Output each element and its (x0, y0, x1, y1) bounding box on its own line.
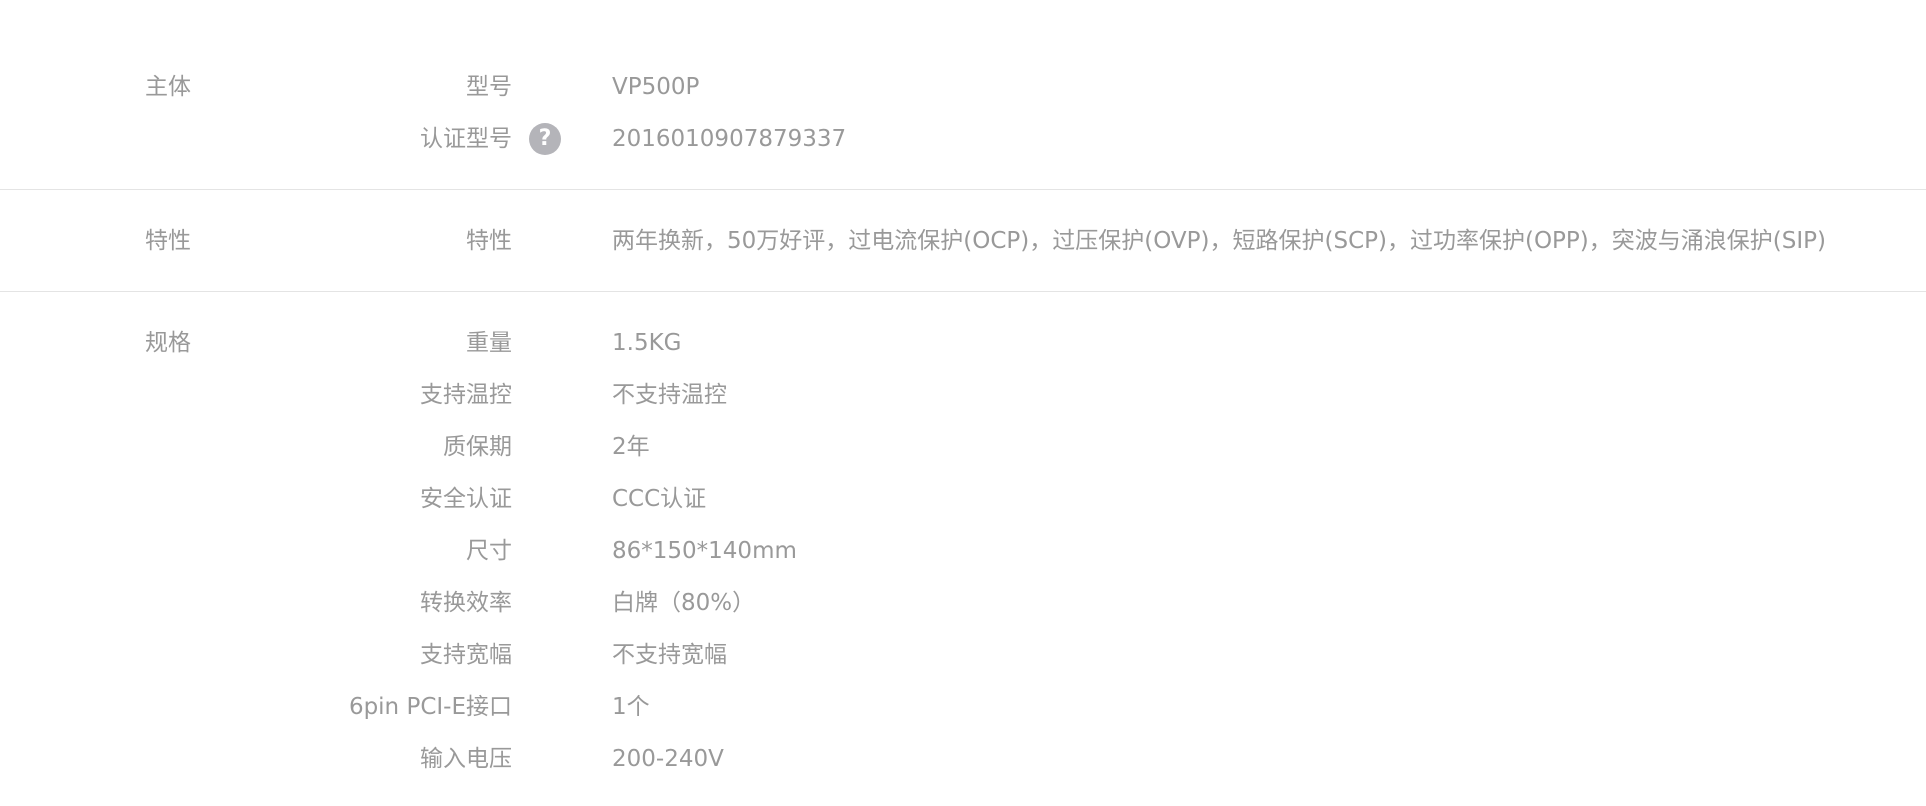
spec-value: 2016010907879337 (612, 126, 847, 152)
spec-label: 转换效率 (420, 590, 512, 616)
spec-value: 200-240V (612, 746, 724, 772)
spec-value: VP500P (612, 74, 700, 100)
spec-group-main: 主体 型号 VP500P 认证型号 ? 2016010907879337 (0, 0, 1926, 190)
spec-row-dimensions: 尺寸 86*150*140mm (0, 534, 1926, 568)
spec-row-input-voltage: 输入电压 200-240V (0, 742, 1926, 776)
spec-row-warranty: 质保期 2年 (0, 430, 1926, 464)
spec-table: 主体 型号 VP500P 认证型号 ? 2016010907879337 特性 … (0, 0, 1926, 806)
spec-row-weight: 重量 1.5KG (0, 326, 1926, 360)
spec-value: 2年 (612, 434, 650, 460)
spec-row-cert-model: 认证型号 ? 2016010907879337 (0, 122, 1926, 156)
spec-group-features: 特性 特性 两年换新，50万好评，过电流保护(OCP)，过压保护(OVP)，短路… (0, 190, 1926, 292)
spec-row-wide-range: 支持宽幅 不支持宽幅 (0, 638, 1926, 672)
spec-value: 白牌（80%） (612, 590, 756, 616)
spec-label: 安全认证 (420, 486, 512, 512)
spec-label: 特性 (466, 228, 512, 254)
spec-value: 86*150*140mm (612, 538, 797, 564)
spec-label: 输入电压 (420, 746, 512, 772)
spec-value: 两年换新，50万好评，过电流保护(OCP)，过压保护(OVP)，短路保护(SCP… (612, 228, 1826, 254)
spec-value: 不支持宽幅 (612, 642, 727, 668)
spec-row-pcie-6pin: 6pin PCI-E接口 1个 (0, 690, 1926, 724)
spec-label: 质保期 (443, 434, 512, 460)
spec-label: 支持宽幅 (420, 642, 512, 668)
spec-row-features: 特性 两年换新，50万好评，过电流保护(OCP)，过压保护(OVP)，短路保护(… (0, 224, 1926, 258)
spec-group-specs: 规格 重量 1.5KG 支持温控 不支持温控 质保期 2年 安全认证 CCC认证… (0, 292, 1926, 806)
spec-label: 型号 (466, 74, 512, 100)
spec-row-safety-cert: 安全认证 CCC认证 (0, 482, 1926, 516)
spec-value: 1个 (612, 694, 650, 720)
spec-label: 认证型号 (420, 126, 512, 152)
spec-label: 重量 (466, 330, 512, 356)
spec-row-efficiency: 转换效率 白牌（80%） (0, 586, 1926, 620)
spec-row-temp-control: 支持温控 不支持温控 (0, 378, 1926, 412)
spec-label: 6pin PCI-E接口 (348, 694, 512, 720)
spec-label: 支持温控 (420, 382, 512, 408)
question-circle-icon[interactable]: ? (529, 123, 561, 155)
spec-label: 尺寸 (466, 538, 512, 564)
spec-value: 1.5KG (612, 330, 682, 356)
spec-value: 不支持温控 (612, 382, 727, 408)
spec-row-model: 型号 VP500P (0, 70, 1926, 104)
spec-value: CCC认证 (612, 486, 707, 512)
